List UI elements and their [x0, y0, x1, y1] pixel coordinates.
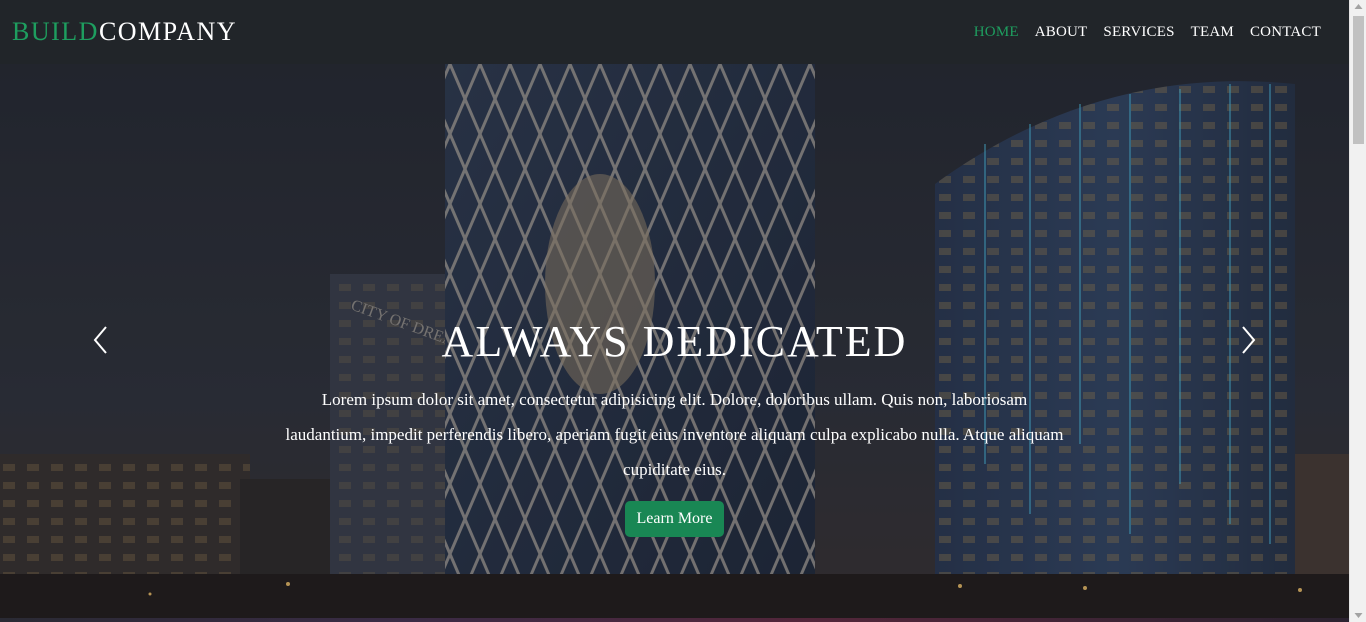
nav-item-about[interactable]: ABOUT	[1035, 24, 1088, 40]
nav-item-team[interactable]: TEAM	[1191, 24, 1234, 40]
nav-item-home[interactable]: HOME	[974, 24, 1019, 40]
page-scrollbar[interactable]	[1349, 0, 1366, 622]
scrollbar-thumb[interactable]	[1353, 16, 1364, 144]
hero-description: Lorem ipsum dolor sit amet, consectetur …	[285, 390, 1064, 479]
brand-part-build: BUILD	[12, 17, 99, 46]
scroll-up-arrow-icon[interactable]	[1350, 0, 1366, 14]
nav-menu: HOME ABOUT SERVICES TEAM CONTACT	[966, 23, 1329, 41]
learn-more-button[interactable]: Learn More	[624, 501, 725, 537]
nav-item-services[interactable]: SERVICES	[1103, 24, 1174, 40]
hero-title: ALWAYS DEDICATED	[441, 317, 908, 366]
brand-logo[interactable]: BUILDCOMPANY	[12, 17, 237, 47]
nav-item-contact[interactable]: CONTACT	[1250, 24, 1321, 40]
section-edge	[0, 618, 1349, 622]
carousel-caption: ALWAYS DEDICATED Lorem ipsum dolor sit a…	[0, 314, 1349, 537]
scroll-down-arrow-icon[interactable]	[1350, 608, 1366, 622]
brand-part-company: COMPANY	[98, 17, 238, 46]
hero-carousel: CITY OF DREAMS ALWAYS DEDICATED Lorem ip…	[0, 64, 1349, 622]
navbar: BUILDCOMPANY HOME ABOUT SERVICES TEAM CO…	[0, 0, 1349, 64]
